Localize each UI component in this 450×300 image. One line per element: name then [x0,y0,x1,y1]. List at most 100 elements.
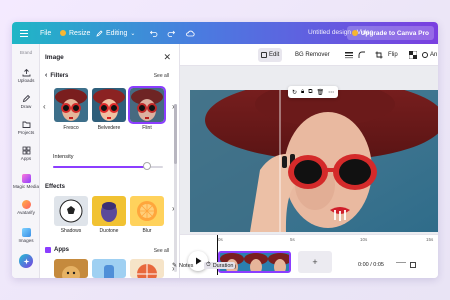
portrait-thumbnail-image [130,88,164,122]
crop-icon[interactable] [372,48,386,62]
rail-item-projects[interactable]: Projects [12,120,40,135]
magic-media-icon [21,174,31,183]
editor-area: Edit BG Remover Flip An ↻ 🔒︎ ⧉ 🗑︎ ⋯ 0s 5… [180,44,438,278]
animate-button[interactable]: An [419,48,438,62]
context-toolbar: Edit BG Remover Flip An [180,44,438,66]
canvas-photo[interactable] [190,90,438,232]
portrait-thumbnail-image [92,88,126,122]
rail-label-projects: Projects [17,130,35,135]
panel-title: Image [45,54,64,61]
duplicate-icon[interactable]: ⧉ [308,89,312,96]
upgrade-label: Upgrade to Canva Pro [360,29,429,37]
file-label: File [40,29,52,37]
rotate-icon[interactable]: ↻ [292,89,297,96]
app-thumb-wheel[interactable] [130,259,164,278]
tick-label: 10s [360,237,368,242]
chevron-left-icon: ‹ [45,72,48,79]
rail-item-brand[interactable]: Brand [12,50,40,55]
lock-icon[interactable]: 🔒︎ [301,89,304,96]
duration-button[interactable]: ⏱︎ Duration [204,262,236,269]
filter-label-belvedere: Belvedere [97,125,121,131]
intensity-slider-knob[interactable] [142,162,151,170]
carousel-left-arrow-icon[interactable]: ‹ [43,102,46,111]
line-weight-icon[interactable] [342,48,356,62]
upload-icon [22,68,30,77]
crown-icon [60,30,66,36]
rail-item-uploads[interactable]: Uploads [12,68,40,83]
rail-label-magic-media: Magic Media [12,184,40,189]
crown-icon [351,30,358,36]
rail-item-magic-media[interactable]: Magic Media [12,174,40,189]
draw-icon [22,94,30,103]
filter-thumb-fresco[interactable] [54,88,88,122]
rail-label-apps: Apps [20,156,32,161]
panel-scrollbar-thumb[interactable] [174,104,177,164]
rail-label-brand: Brand [19,50,33,55]
effect-thumb-duotone[interactable] [92,196,126,226]
cloud-sync-icon[interactable] [186,22,195,44]
orange-slice-thumbnail-image [130,196,164,226]
rail-item-images[interactable]: Images [12,228,40,243]
apps-see-all-link[interactable]: See all [154,248,169,254]
wheel-thumbnail-image [130,259,164,278]
top-bar: File Resize Editing ⌄ Untitled design - … [12,22,438,44]
upgrade-button[interactable]: Upgrade to Canva Pro [346,26,434,40]
apps-heading-label: Apps [54,247,69,253]
rail-item-draw[interactable]: Draw [12,94,40,109]
clock-icon: ⏱︎ [206,262,211,268]
magic-assistant-button[interactable] [19,254,33,268]
tick-label: 0s [218,237,223,242]
intensity-slider[interactable] [53,162,163,170]
more-icon[interactable]: ⋯ [328,89,334,96]
status-bar: ✎ Notes ⏱︎ Duration 0:00 / 0:05 [168,260,426,274]
rail-label-avatarify: Avatarify [17,210,35,215]
duration-label: Duration [212,262,234,269]
filters-heading[interactable]: ‹ Filters [45,72,68,79]
effect-thumb-blur[interactable] [130,196,164,226]
left-rail: Brand Uploads Draw Projects Apps Magic M… [12,44,40,278]
edit-button[interactable]: Edit [258,48,283,62]
notes-icon: ✎ [172,263,178,269]
pencil-icon [96,29,103,37]
rail-item-apps[interactable]: Apps [12,146,40,161]
file-menu[interactable]: File [40,22,51,44]
app-thumb-hand[interactable] [92,259,126,278]
zoom-slider-icon[interactable] [396,262,406,263]
apps-sparkle-icon [45,247,51,253]
effects-heading: Effects [45,184,65,190]
filter-thumb-flint[interactable] [128,86,166,124]
hand-thumbnail-image [92,259,126,278]
element-floating-toolbar: ↻ 🔒︎ ⧉ 🗑︎ ⋯ [288,86,339,98]
bg-remover-button[interactable]: BG Remover [292,48,333,62]
editing-label: Editing [106,29,128,37]
filter-thumb-belvedere[interactable] [92,88,126,122]
filters-see-all-link[interactable]: See all [154,73,169,79]
corner-radius-icon[interactable] [355,48,369,62]
trash-icon[interactable]: 🗑︎ [317,89,325,96]
folder-icon [22,121,30,128]
undo-icon[interactable] [150,22,158,44]
menu-icon[interactable] [20,22,28,44]
fullscreen-icon[interactable] [410,262,416,268]
bg-remover-label: BG Remover [295,52,330,58]
app-thumb-dog[interactable] [54,259,88,278]
redo-icon[interactable] [167,22,175,44]
checkerboard-icon[interactable] [406,48,420,62]
editing-dropdown[interactable]: Editing ⌄ [96,22,135,44]
rail-item-avatarify[interactable]: Avatarify [12,200,40,215]
avatar-icon [21,200,31,209]
filter-label-fresco: Fresco [63,125,79,131]
effect-thumb-shadows[interactable] [54,196,88,226]
close-icon[interactable]: ✕ [163,52,171,63]
panel-scrollbar[interactable] [174,104,177,272]
chevron-down-icon: ⌄ [130,30,136,37]
flip-button[interactable]: Flip [385,48,401,62]
resize-button[interactable]: Resize [60,22,90,44]
dog-thumbnail-image [54,259,88,278]
animate-icon [422,52,428,58]
woman-portrait-photo [190,90,438,232]
image-panel: Image ✕ ‹ Filters See all ‹ › [40,44,180,278]
notes-button[interactable]: ✎ Notes [172,262,193,270]
filter-label-flint: Flint [142,125,152,131]
rail-label-uploads: Uploads [17,78,35,83]
